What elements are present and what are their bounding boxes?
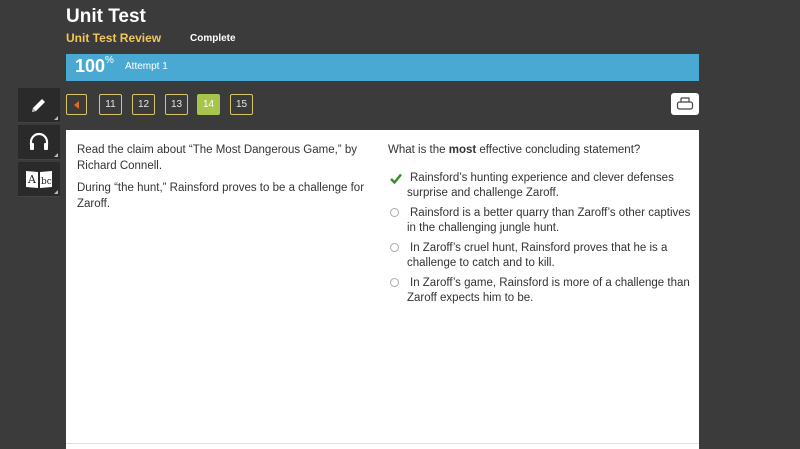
dictionary-icon: A bc (26, 171, 52, 188)
pencil-icon (32, 99, 45, 112)
question-nav-15[interactable]: 15 (230, 94, 253, 115)
progress-bar: 100% Attempt 1 (66, 54, 699, 81)
question-text: What is the most effective concluding st… (388, 144, 641, 156)
attempt-label: Attempt 1 (125, 61, 168, 72)
arrow-left-icon (74, 100, 79, 109)
question-nav-13[interactable]: 13 (165, 94, 188, 115)
radio-button[interactable] (390, 242, 399, 252)
previous-button[interactable] (66, 94, 87, 115)
print-icon (676, 97, 694, 110)
svg-text:A: A (27, 173, 37, 186)
question-nav-11[interactable]: 11 (99, 94, 122, 115)
radio-button[interactable] (390, 277, 399, 287)
passage-statement: During “the hunt,” Rainsford proves to b… (77, 182, 365, 210)
pencil-tool-button[interactable] (18, 88, 60, 123)
answer-options: Rainsford’s hunting experience and cleve… (388, 171, 693, 307)
page-subtitle: Unit Test Review (66, 31, 162, 45)
answer-option[interactable]: In Zaroff’s game, Rainsford is more of a… (388, 276, 693, 307)
panel-divider (66, 443, 699, 444)
print-button[interactable] (671, 93, 699, 115)
answer-option-text: In Zaroff’s game, Rainsford is more of a… (407, 276, 690, 305)
answer-option[interactable]: Rainsford is a better quarry than Zaroff… (388, 206, 693, 237)
passage-claim: Read the claim about “The Most Dangerous… (77, 144, 357, 172)
answer-column: What is the most effective concluding st… (388, 143, 693, 311)
answer-option-text: In Zaroff’s cruel hunt, Rainsford proves… (407, 241, 668, 270)
progress-percent: 100% (75, 55, 114, 76)
status-label: Complete (190, 33, 236, 44)
headphones-icon (29, 132, 49, 150)
svg-text:bc: bc (41, 177, 52, 187)
page-title: Unit Test (66, 6, 146, 27)
answer-option-text: Rainsford’s hunting experience and cleve… (407, 171, 674, 200)
audio-tool-button[interactable] (18, 125, 60, 160)
passage-column: Read the claim about “The Most Dangerous… (77, 143, 377, 219)
answer-option-text: Rainsford is a better quarry than Zaroff… (407, 206, 691, 235)
question-panel: Read the claim about “The Most Dangerous… (66, 130, 699, 449)
radio-button[interactable] (390, 207, 399, 217)
checkmark-icon (390, 173, 402, 190)
answer-option[interactable]: In Zaroff’s cruel hunt, Rainsford proves… (388, 241, 693, 272)
question-nav-12[interactable]: 12 (132, 94, 155, 115)
dictionary-tool-button[interactable]: A bc (18, 162, 60, 197)
answer-option[interactable]: Rainsford’s hunting experience and cleve… (388, 171, 693, 202)
question-nav-14[interactable]: 14 (197, 94, 220, 115)
